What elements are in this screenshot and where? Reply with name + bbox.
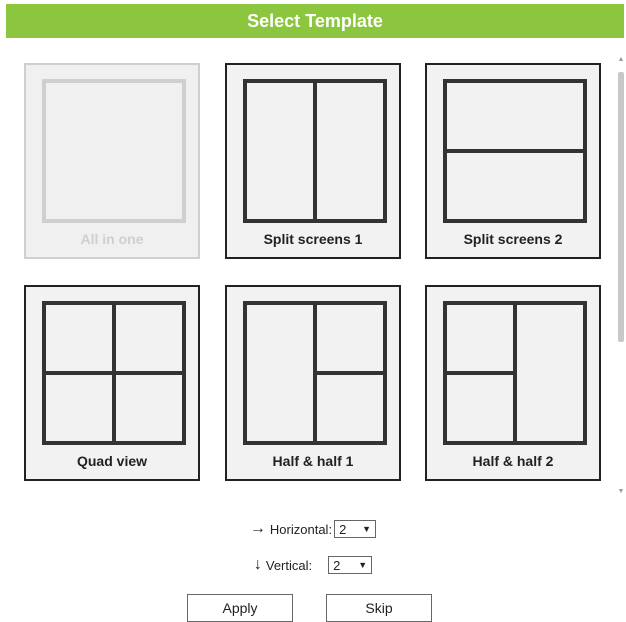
right-arrow-icon: →: [249, 520, 266, 537]
half-and-half-right-split-icon: [243, 301, 387, 445]
horizontal-select-value: 2: [339, 521, 347, 537]
vertical-select[interactable]: 2 ▼: [328, 556, 373, 574]
horizontal-select[interactable]: 2 ▼: [334, 520, 377, 538]
apply-button[interactable]: Apply: [187, 594, 293, 622]
horizontal-label: Horizontal:: [269, 521, 333, 537]
template-half-and-half-2[interactable]: Half & half 2: [425, 285, 601, 481]
template-scrollbar[interactable]: ▲ ▼: [616, 56, 626, 498]
vertical-select-value: 2: [333, 557, 341, 573]
split-horizontal-layout-icon: [443, 79, 587, 223]
template-label: Split screens 1: [263, 231, 363, 247]
caret-down-icon: ▼: [362, 524, 372, 534]
template-label: Half & half 2: [472, 453, 554, 469]
dialog-title: Select Template: [6, 4, 624, 38]
template-quad-view[interactable]: Quad view: [24, 285, 200, 481]
template-label: Half & half 1: [272, 453, 354, 469]
scroll-up-arrow-icon[interactable]: ▲: [617, 56, 625, 64]
template-half-and-half-1[interactable]: Half & half 1: [225, 285, 401, 481]
half-and-half-left-split-icon: [443, 301, 587, 445]
quad-layout-icon: [42, 301, 186, 445]
vertical-label: Vertical:: [265, 557, 313, 573]
down-arrow-icon: ↓: [253, 556, 262, 573]
scroll-thumb[interactable]: [618, 72, 624, 342]
vertical-control: ↓ Vertical: 2 ▼: [0, 556, 626, 574]
split-vertical-layout-icon: [243, 79, 387, 223]
skip-button[interactable]: Skip: [326, 594, 432, 622]
template-all-in-one: All in one: [24, 63, 200, 259]
horizontal-control: → Horizontal: 2 ▼: [0, 520, 626, 538]
template-label: Quad view: [76, 453, 148, 469]
scroll-down-arrow-icon[interactable]: ▼: [617, 488, 625, 496]
template-split-screens-1[interactable]: Split screens 1: [225, 63, 401, 259]
all-in-one-layout-icon: [42, 79, 186, 223]
template-grid: All in one Split screens 1 Split screens…: [0, 38, 626, 498]
template-label: Split screens 2: [463, 231, 563, 247]
caret-down-icon: ▼: [358, 560, 368, 570]
template-split-screens-2[interactable]: Split screens 2: [425, 63, 601, 259]
template-label: All in one: [80, 231, 144, 247]
